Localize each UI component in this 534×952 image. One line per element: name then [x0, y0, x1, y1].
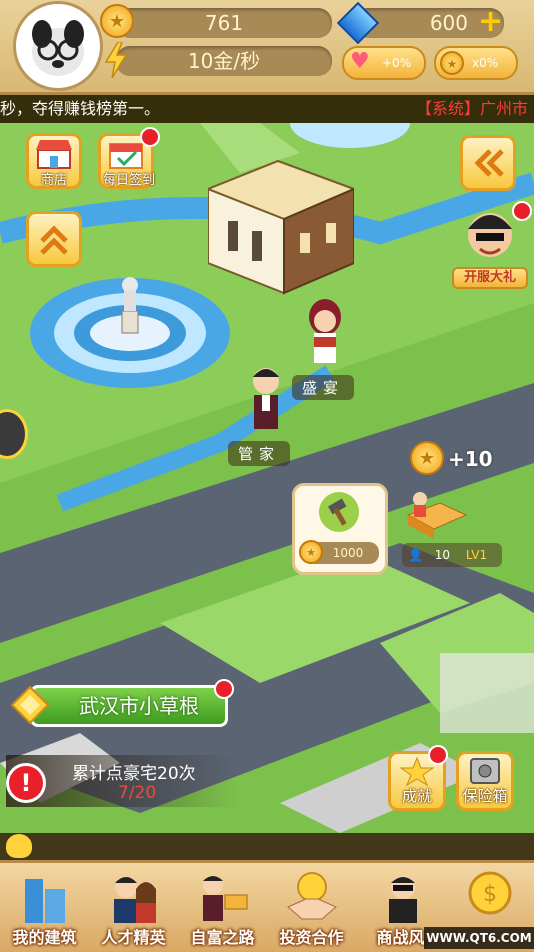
heart-icon: ♥ — [350, 49, 370, 74]
safe-box-button[interactable]: 保险箱 — [456, 751, 514, 811]
worker-count: 10 — [434, 548, 451, 562]
chat-face-icon[interactable] — [6, 834, 32, 858]
daily-checkin-label: 每日签到 — [102, 173, 155, 188]
safe-box-label: 保险箱 — [462, 787, 508, 805]
npc-guanjia[interactable] — [244, 361, 288, 437]
add-diamond-button[interactable]: + — [478, 7, 503, 37]
ticker-system-text: 【系统】广州市 — [416, 99, 529, 118]
checkin-red-dot — [140, 127, 160, 147]
opening-gift-label: 开服大礼 — [452, 267, 528, 289]
cost-coin-icon: ★ — [299, 540, 323, 564]
nav-talent-elite[interactable]: 人才精英 — [89, 863, 178, 952]
person-icon: 👤 — [408, 548, 423, 562]
gold-counter: 761 — [116, 8, 332, 38]
expand-menu-button[interactable] — [26, 211, 82, 267]
nav-label: 人才精英 — [101, 928, 166, 947]
bodyguard-icon — [388, 875, 417, 923]
nav-label: 投资合作 — [279, 928, 344, 947]
gift-red-dot — [512, 201, 532, 221]
coin-popup-value: +10 — [448, 447, 493, 471]
build-popup[interactable]: ★ 1000 — [292, 483, 388, 575]
top-hud: 761 ★ 10金/秒 600 + ♥ +0% ★ x0% — [0, 0, 534, 95]
achievement-label: 成就 — [401, 787, 432, 805]
watermark: WWW.QT6.COM — [424, 927, 534, 949]
chevron-up-double-icon — [40, 225, 68, 255]
nav-label: 自富之路 — [190, 928, 255, 947]
npc-guanjia-label: 管家 — [228, 441, 291, 466]
lightning-icon — [104, 41, 128, 79]
quest-alert-icon: ! — [6, 763, 46, 803]
shop-label: 商店 — [40, 173, 67, 188]
shop-button[interactable]: 商店 — [26, 133, 82, 189]
buildings-icon — [24, 879, 65, 923]
city-map[interactable]: 商店 每日签到 开服大礼 盛宴 管家 ★ 1000 ★ +10 👤 10 LV1… — [0, 123, 534, 833]
riches-icon — [202, 875, 247, 921]
quest-progress: 7/20 — [118, 783, 157, 803]
nav-my-buildings[interactable]: 我的建筑 — [0, 863, 89, 952]
rank-diamond-icon — [10, 685, 50, 725]
shop-icon — [36, 140, 72, 169]
achievement-red-dot — [428, 745, 448, 765]
svg-text:$: $ — [483, 882, 497, 907]
dog-avatar-icon — [32, 20, 84, 76]
player-avatar[interactable] — [16, 4, 100, 88]
calendar-icon — [109, 143, 143, 169]
people-icon — [113, 876, 156, 923]
coin-buff-button[interactable]: ★ x0% — [434, 46, 518, 80]
build-cost: ★ 1000 — [299, 540, 379, 564]
diamond-value: 600 — [429, 11, 468, 35]
nav-road-to-riches[interactable]: 自富之路 — [178, 863, 267, 952]
nav-label: 我的建筑 — [12, 928, 77, 947]
heart-buff-button[interactable]: ♥ +0% — [342, 46, 426, 80]
coin-buff-value: x0% — [472, 56, 499, 70]
coin-stack-icon: ★ — [440, 51, 464, 75]
income-rate: 10金/秒 — [116, 46, 332, 76]
nav-investment[interactable]: 投资合作 — [267, 863, 356, 952]
npc-shengyan[interactable] — [300, 297, 350, 373]
safe-icon — [470, 758, 500, 784]
rank-red-dot — [214, 679, 234, 699]
quest-text: 累计点豪宅20次 — [72, 764, 196, 784]
chevron-left-double-icon — [474, 149, 504, 177]
handshake-icon — [286, 872, 337, 920]
chat-strip[interactable] — [0, 833, 534, 860]
build-cost-value: 1000 — [332, 546, 364, 560]
rank-title: 武汉市小草根 — [79, 694, 199, 718]
worker-info: 👤 10 LV1 — [402, 543, 502, 567]
worker-desk[interactable] — [404, 485, 468, 541]
hammer-icon — [319, 492, 359, 532]
bottom-nav: 我的建筑 人才精英 自富之路 投资合作 商战风 $ WWW.QT6.COM — [0, 860, 534, 952]
mansion-building[interactable] — [205, 153, 357, 303]
npc-shengyan-label: 盛宴 — [292, 375, 355, 400]
collapse-right-button[interactable] — [460, 135, 516, 191]
heart-buff-value: +0% — [382, 56, 412, 70]
ticker-left-text: 秒，夺得赚钱榜第一。 — [0, 99, 161, 118]
dollar-coin-icon: $ — [468, 871, 511, 915]
worker-level: LV1 — [465, 548, 488, 562]
rank-banner[interactable]: 武汉市小草根 — [30, 685, 228, 727]
system-ticker: 秒，夺得赚钱榜第一。 【系统】广州市 — [0, 95, 534, 123]
income-value: 10金/秒 — [187, 49, 261, 73]
collect-coin-icon[interactable]: ★ — [410, 441, 444, 475]
gold-coin-icon: ★ — [100, 4, 134, 38]
gold-value: 761 — [204, 11, 244, 35]
fountain-statue — [112, 271, 148, 335]
